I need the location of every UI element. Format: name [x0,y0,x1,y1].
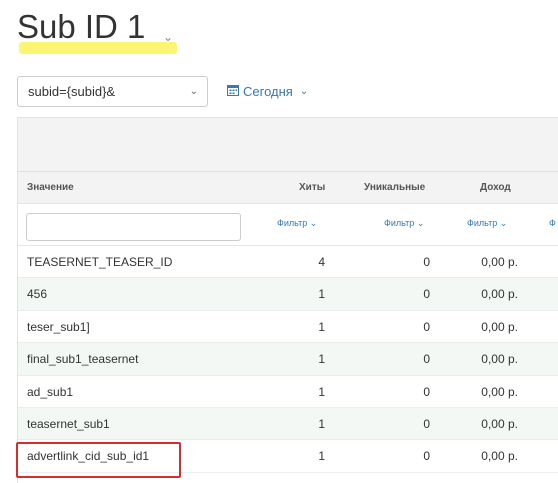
table-row[interactable]: teasernet_sub1 1 0 0,00 р. [18,407,558,441]
date-range-dropdown[interactable]: Сегодня ⌄ [227,84,308,99]
table-row[interactable]: ad_sub1 1 0 0,00 р. [18,376,558,408]
calendar-icon [227,84,239,99]
revenue-filter-link[interactable]: Фильтр ⌄ [467,218,507,229]
table-row[interactable]: 456 1 0 0,00 р. [18,278,558,311]
cell-value: teasernet_sub1 [27,416,110,431]
cell-hits: 1 [318,352,325,367]
column-header-value[interactable]: Значение [27,182,74,193]
cell-revenue: 0,00 р. [481,449,518,464]
cell-hits: 1 [318,287,325,302]
cell-unique: 0 [423,287,430,302]
chevron-down-icon: ⌄ [189,86,198,97]
cell-unique: 0 [423,416,430,431]
cell-hits: 4 [318,255,325,269]
cell-unique: 0 [423,384,430,399]
cell-unique: 0 [423,319,430,334]
next-column-filter-link[interactable]: Ф [549,218,556,228]
unique-filter-link[interactable]: Фильтр ⌄ [384,218,424,229]
cell-value: final_sub1_teasernet [27,352,139,367]
table-header-row: Значение Хиты Уникальные Доход [18,172,558,204]
cell-revenue: 0,00 р. [481,287,518,302]
table-filter-row: Фильтр ⌄ Фильтр ⌄ Фильтр ⌄ Ф [18,204,558,246]
value-filter-input[interactable] [26,213,241,241]
chevron-down-icon: ⌄ [299,86,309,97]
cell-hits: 1 [318,319,325,334]
cell-value: teser_sub1] [27,319,90,334]
table-top-band [18,118,558,172]
page-header: Sub ID 1 ⌄ [17,8,177,54]
cell-value: 456 [27,287,48,302]
column-header-revenue[interactable]: Доход [480,182,511,193]
hits-filter-link[interactable]: Фильтр ⌄ [277,218,317,229]
cell-hits: 1 [318,384,325,399]
column-header-hits[interactable]: Хиты [299,182,325,193]
cell-revenue: 0,00 р. [481,255,518,269]
cell-revenue: 0,00 р. [481,352,518,367]
table-row[interactable]: final_sub1_teasernet 1 0 0,00 р. [18,343,558,376]
cell-hits: 1 [318,416,325,431]
cell-unique: 0 [423,255,430,269]
cell-unique: 0 [423,449,430,464]
annotation-highlight-box [16,442,181,478]
report-table: Значение Хиты Уникальные Доход Фильтр ⌄ … [17,117,558,483]
date-range-label: Сегодня [243,84,293,99]
toolbar: subid={subid}& ⌄ Сегодня ⌄ [17,76,308,107]
subid-param-select[interactable]: subid={subid}& ⌄ [17,76,208,107]
cell-hits: 1 [318,449,325,464]
cell-value: TEASERNET_TEASER_ID [27,255,173,269]
table-row[interactable]: TEASERNET_TEASER_ID 4 0 0,00 р. [18,246,558,279]
chevron-down-icon[interactable]: ⌄ [163,30,173,44]
cell-value: ad_sub1 [27,384,74,399]
subid-param-select-value: subid={subid}& [28,84,116,99]
cell-revenue: 0,00 р. [481,416,518,431]
column-header-unique[interactable]: Уникальные [364,182,425,193]
page-title[interactable]: Sub ID 1 [17,8,145,46]
cell-revenue: 0,00 р. [481,384,518,399]
table-row[interactable]: teser_sub1] 1 0 0,00 р. [18,311,558,344]
cell-unique: 0 [423,352,430,367]
cell-revenue: 0,00 р. [481,319,518,334]
